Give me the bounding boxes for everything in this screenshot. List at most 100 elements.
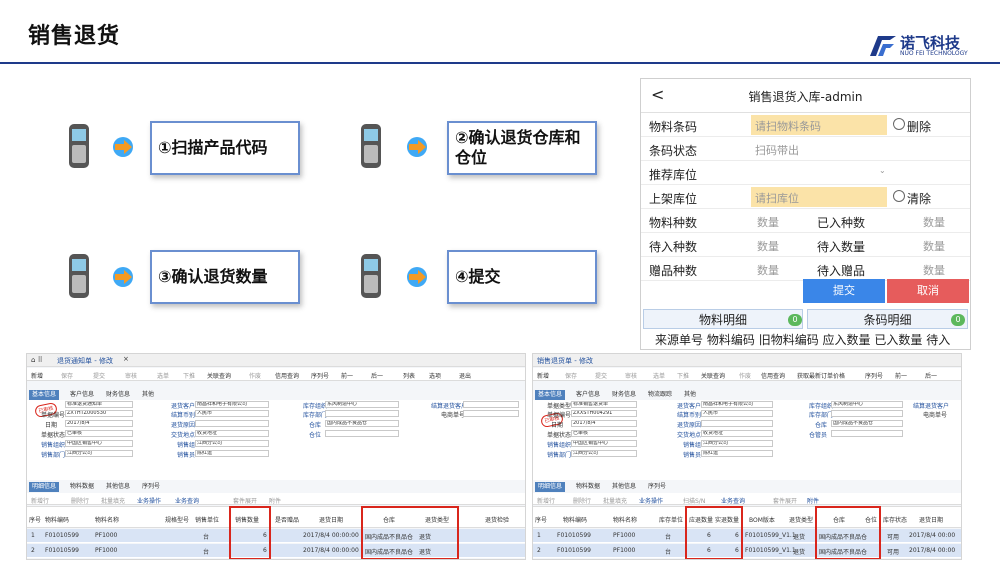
- tab-other[interactable]: 其他: [681, 390, 699, 400]
- tb-push[interactable]: 下推: [677, 371, 689, 380]
- dtb-kit-expand[interactable]: 套件展开: [233, 496, 257, 505]
- tab-customer-info[interactable]: 客户信息: [67, 390, 97, 400]
- tb-void[interactable]: 作废: [249, 371, 261, 380]
- tb-options[interactable]: 选项: [429, 371, 441, 380]
- tb-audit[interactable]: 审核: [625, 371, 637, 380]
- field-reason[interactable]: [195, 420, 269, 427]
- tab-other[interactable]: 其他: [139, 390, 157, 400]
- tb-related[interactable]: 关联查询: [207, 371, 231, 380]
- tab-logistics[interactable]: 物流跟踪: [645, 390, 675, 400]
- tb-next[interactable]: 后一: [371, 371, 383, 380]
- tb-select[interactable]: 选单: [653, 371, 665, 380]
- field-delivery[interactable]: 收货地址: [195, 430, 269, 437]
- tb-void[interactable]: 作废: [739, 371, 751, 380]
- field-sales-org[interactable]: 中国区销售中心: [571, 440, 637, 447]
- field-date[interactable]: 2017/8/4: [571, 420, 637, 427]
- dtb-delete-row[interactable]: 删除行: [71, 496, 89, 505]
- field-stock-org[interactable]: 东风制造中心: [831, 401, 903, 408]
- detail-tab-material[interactable]: 物料数据: [573, 482, 603, 492]
- field-settle-customer[interactable]: [463, 401, 519, 408]
- field-location[interactable]: [325, 430, 399, 437]
- submit-button[interactable]: 提交: [803, 279, 885, 303]
- field-status[interactable]: 已审核: [65, 430, 133, 437]
- detail-tab-serial[interactable]: 序列号: [645, 482, 669, 492]
- tb-new[interactable]: 新增: [537, 371, 549, 380]
- close-tab-icon[interactable]: ×: [123, 355, 129, 363]
- tb-serial[interactable]: 序列号: [311, 371, 329, 380]
- tb-list[interactable]: 列表: [403, 371, 415, 380]
- dtb-scan-sn[interactable]: 扫描S/N: [683, 496, 705, 505]
- dtb-business-query[interactable]: 业务查询: [175, 496, 199, 505]
- delete-radio[interactable]: [893, 118, 905, 130]
- detail-tab-other[interactable]: 其他信息: [103, 482, 133, 492]
- tb-prev[interactable]: 前一: [341, 371, 353, 380]
- detail-tab-serial[interactable]: 序列号: [139, 482, 163, 492]
- tb-credit[interactable]: 信用查询: [275, 371, 299, 380]
- tb-save[interactable]: 保存: [61, 371, 73, 380]
- tb-prev[interactable]: 前一: [895, 371, 907, 380]
- table-row[interactable]: 2 F01010599 PF1000 台 6 6 F01010599_V1.1 …: [533, 544, 961, 558]
- tb-next[interactable]: 后一: [925, 371, 937, 380]
- tb-audit[interactable]: 审核: [125, 371, 137, 380]
- tb-related[interactable]: 关联查询: [701, 371, 725, 380]
- field-delivery[interactable]: 收货地址: [701, 430, 773, 437]
- detail-tab-other[interactable]: 其他信息: [609, 482, 639, 492]
- field-currency[interactable]: 人民币: [701, 410, 773, 417]
- field-doc-type[interactable]: 标准销售退货单: [571, 401, 637, 408]
- cancel-button[interactable]: 取消: [887, 279, 969, 303]
- dtb-attachment[interactable]: 附件: [269, 496, 281, 505]
- field-status[interactable]: 已审核: [571, 430, 637, 437]
- field-warehouse[interactable]: 国内成品不良品仓: [831, 420, 903, 427]
- dtb-attachment[interactable]: 附件: [807, 496, 819, 505]
- detail-tab-detail[interactable]: 明细信息: [29, 482, 60, 492]
- tb-push[interactable]: 下推: [183, 371, 195, 380]
- field-date[interactable]: 2017/8/4: [65, 420, 133, 427]
- field-warehouse[interactable]: 国内成品不良品仓: [325, 420, 399, 427]
- dtb-business-query[interactable]: 业务查询: [721, 496, 745, 505]
- dtb-delete-row[interactable]: 删除行: [573, 496, 591, 505]
- tab-material-detail[interactable]: 物料明细 0: [643, 309, 803, 329]
- field-reason[interactable]: [701, 420, 773, 427]
- detail-tab-detail[interactable]: 明细信息: [535, 482, 566, 492]
- field-sales-group[interactable]: 江西分公司: [195, 440, 269, 447]
- field-doc-no[interactable]: ZXXSTH004291: [571, 410, 637, 417]
- tab-basic-info[interactable]: 基本信息: [29, 390, 60, 400]
- tb-new[interactable]: 新增: [31, 371, 43, 380]
- tb-credit[interactable]: 信用查询: [761, 371, 785, 380]
- dtb-batch-fill[interactable]: 批量填充: [603, 496, 627, 505]
- tab-customer-info[interactable]: 客户信息: [573, 390, 603, 400]
- putaway-location-input[interactable]: 请扫库位: [751, 187, 887, 207]
- tb-latest-price[interactable]: 获取最新订单价格: [797, 371, 845, 380]
- tab-barcode-detail[interactable]: 条码明细 0: [807, 309, 968, 329]
- tab-basic-info[interactable]: 基本信息: [535, 390, 566, 400]
- material-code-input[interactable]: 请扫物料条码: [751, 115, 887, 135]
- tb-submit[interactable]: 提交: [93, 371, 105, 380]
- dtb-batch-fill[interactable]: 批量填充: [101, 496, 125, 505]
- tb-serial[interactable]: 序列号: [865, 371, 883, 380]
- tb-submit[interactable]: 提交: [595, 371, 607, 380]
- tb-save[interactable]: 保存: [565, 371, 577, 380]
- dtb-add-row[interactable]: 新增行: [537, 496, 555, 505]
- dtb-add-row[interactable]: 新增行: [31, 496, 49, 505]
- clear-radio[interactable]: [893, 190, 905, 202]
- field-sales-dept[interactable]: 江西分公司: [65, 450, 133, 457]
- field-keeper[interactable]: [831, 430, 903, 437]
- chevron-down-icon[interactable]: ⌄: [879, 166, 886, 175]
- field-return-customer[interactable]: 南昌祥和电子有限公司: [701, 401, 773, 408]
- field-doc-type[interactable]: 标准退货通知单: [65, 401, 133, 408]
- table-row[interactable]: 1 F01010599 PF1000 台 6 6 F01010599_V1.1 …: [533, 529, 961, 543]
- tab-finance-info[interactable]: 财务信息: [103, 390, 133, 400]
- field-return-customer[interactable]: 南昌祥和电子有限公司: [195, 401, 269, 408]
- field-doc-no[interactable]: ZXTHTZ000530: [65, 410, 133, 417]
- field-stock-dept[interactable]: [325, 410, 399, 417]
- field-sales-org[interactable]: 中国区销售中心: [65, 440, 133, 447]
- dtb-kit-expand[interactable]: 套件展开: [773, 496, 797, 505]
- field-sales-group[interactable]: 江西分公司: [701, 440, 773, 447]
- field-stock-dept[interactable]: [831, 410, 903, 417]
- tab-finance-info[interactable]: 财务信息: [609, 390, 639, 400]
- field-stock-org[interactable]: 东风制造中心: [325, 401, 399, 408]
- field-sales-dept[interactable]: 江西分公司: [571, 450, 637, 457]
- home-icon[interactable]: ⌂ ⠿: [31, 356, 43, 364]
- field-ecom-no[interactable]: [463, 410, 519, 417]
- detail-tab-material[interactable]: 物料数据: [67, 482, 97, 492]
